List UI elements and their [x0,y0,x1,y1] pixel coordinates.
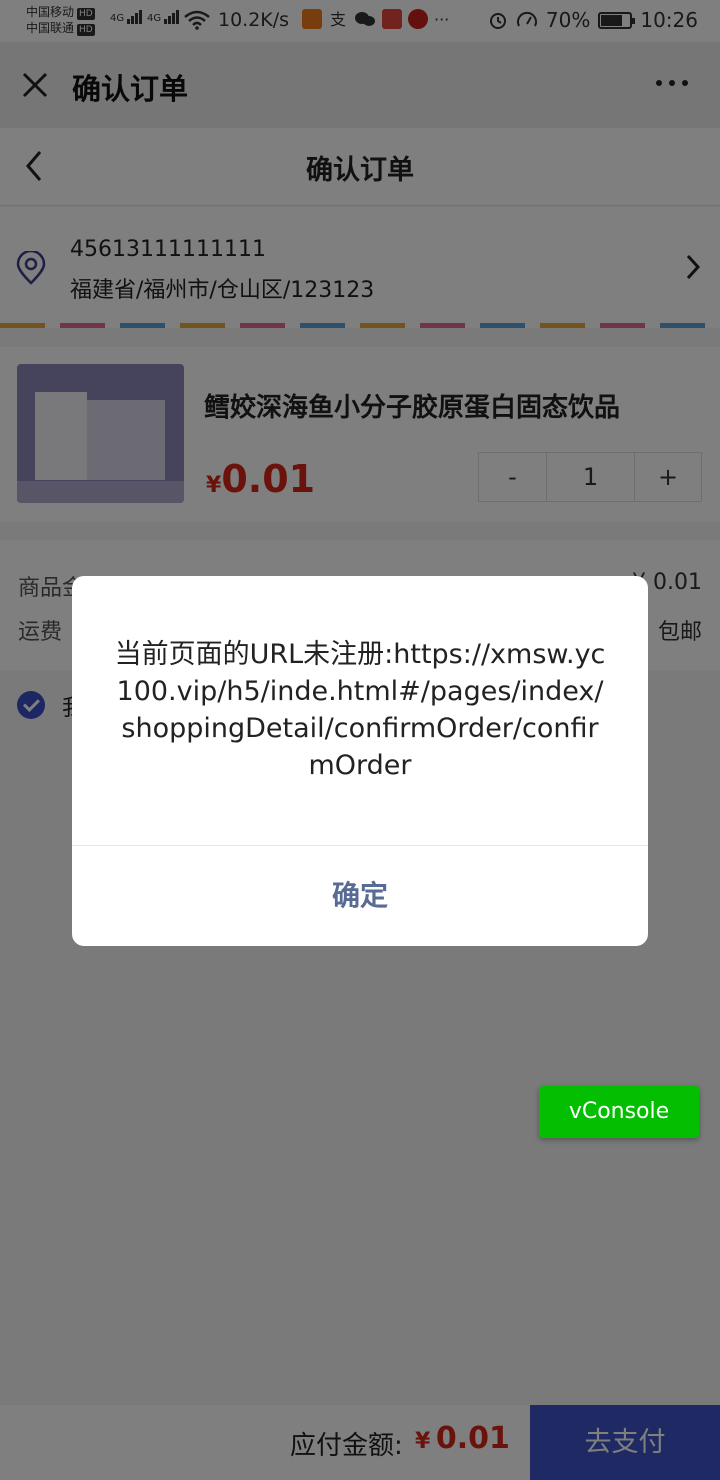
alert-dialog: 当前页面的URL未注册:https://xmsw.yc100.vip/h5/in… [72,576,648,946]
dialog-message: 当前页面的URL未注册:https://xmsw.yc100.vip/h5/in… [114,639,606,781]
vconsole-button[interactable]: vConsole [539,1086,699,1138]
confirm-button[interactable]: 确定 [72,846,648,946]
